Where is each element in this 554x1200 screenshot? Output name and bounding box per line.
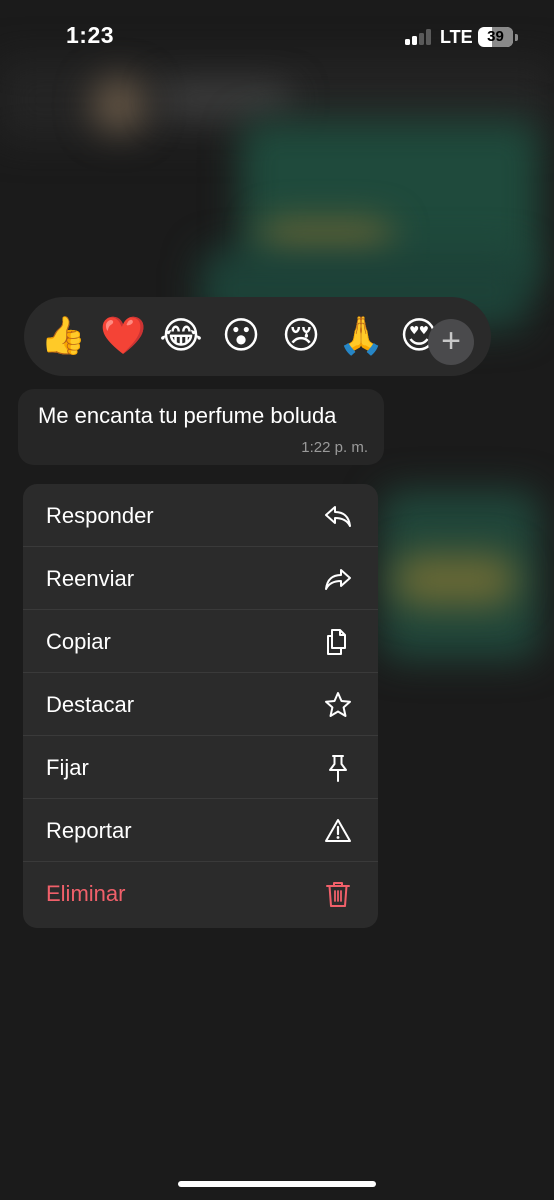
menu-item-label: Reportar bbox=[46, 818, 132, 843]
battery-level: 39 bbox=[487, 28, 504, 45]
reaction-crying[interactable]: 😢 bbox=[279, 315, 323, 357]
star-icon bbox=[325, 692, 351, 717]
message-text: Me encanta tu perfume boluda bbox=[38, 403, 337, 428]
menu-item-delete[interactable]: Eliminar bbox=[23, 862, 378, 925]
menu-item-copy[interactable]: Copiar bbox=[23, 610, 378, 673]
reaction-tears-of-joy[interactable]: 😂 bbox=[159, 315, 203, 357]
home-indicator[interactable] bbox=[178, 1181, 376, 1187]
network-type: LTE bbox=[440, 27, 473, 47]
warning-icon bbox=[325, 819, 351, 842]
menu-item-label: Reenviar bbox=[46, 566, 135, 591]
message-bubble[interactable]: Me encanta tu perfume boluda 1:22 p. m. bbox=[18, 389, 384, 465]
more-reactions-button[interactable]: + bbox=[428, 319, 474, 365]
status-bar: 1:23 LTE 39 bbox=[0, 0, 554, 70]
menu-item-label: Destacar bbox=[46, 692, 135, 717]
pin-icon bbox=[329, 755, 347, 782]
menu-item-label: Fijar bbox=[46, 755, 89, 780]
blurred-avatar bbox=[92, 78, 146, 132]
message-timestamp: 1:22 p. m. bbox=[301, 439, 368, 456]
reaction-surprised[interactable]: 😮 bbox=[219, 315, 263, 357]
blurred-highlight bbox=[395, 555, 515, 605]
battery-icon: 39 bbox=[478, 27, 513, 47]
menu-item-label: Eliminar bbox=[46, 881, 126, 906]
copy-icon bbox=[327, 629, 346, 655]
forward-icon bbox=[325, 569, 351, 590]
reaction-red-heart[interactable]: ❤️ bbox=[100, 315, 146, 357]
reaction-thumbs-up[interactable]: 👍 bbox=[40, 315, 86, 357]
reaction-bar: 👍 ❤️ 😂 😮 😢 🙏 😍 bbox=[24, 297, 491, 376]
trash-icon bbox=[326, 882, 350, 907]
status-time: 1:23 bbox=[66, 22, 115, 48]
message-context-menu: Responder Reenviar Copiar Destacar Fijar… bbox=[23, 484, 378, 928]
menu-item-forward[interactable]: Reenviar bbox=[23, 547, 378, 610]
menu-item-star[interactable]: Destacar bbox=[23, 673, 378, 736]
signal-strength-icon bbox=[405, 29, 435, 45]
blurred-contact-name bbox=[160, 88, 290, 110]
reply-icon bbox=[325, 506, 351, 527]
reaction-folded-hands[interactable]: 🙏 bbox=[338, 315, 384, 357]
menu-item-reply[interactable]: Responder bbox=[23, 484, 378, 547]
menu-item-report[interactable]: Reportar bbox=[23, 799, 378, 862]
menu-item-pin[interactable]: Fijar bbox=[23, 736, 378, 799]
menu-item-label: Responder bbox=[46, 503, 154, 528]
battery-nub bbox=[515, 34, 518, 41]
plus-icon: + bbox=[441, 322, 461, 360]
menu-item-label: Copiar bbox=[46, 629, 111, 654]
